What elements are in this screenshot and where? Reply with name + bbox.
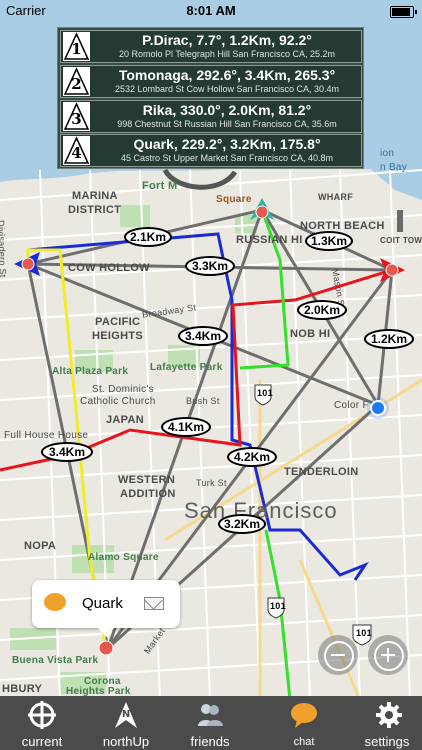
friends-icon — [198, 704, 223, 726]
tab-current[interactable]: current — [0, 696, 84, 750]
poi-label: WHARF — [318, 192, 353, 202]
distance-label: 1.2Km — [364, 329, 414, 349]
distance-label: 3.4Km — [41, 442, 93, 462]
distance-label: 2.1Km — [124, 227, 172, 247]
friend-title: P.Dirac, 7.7°, 1.2Km, 92.2° — [142, 32, 312, 48]
user-location-dot — [367, 397, 389, 419]
rank-badge: 3 — [63, 102, 90, 131]
poi-label: COIT TOWER — [380, 236, 422, 245]
friend-address: 998 Chestnut St Russian Hill San Francis… — [117, 119, 337, 129]
status-bar: Carrier 8:01 AM — [0, 0, 422, 22]
tab-label: chat — [293, 736, 315, 748]
chat-bubble-icon — [291, 703, 317, 728]
water-label: ion — [380, 148, 395, 159]
poi-label: Square — [216, 194, 252, 205]
distance-label: 4.1Km — [161, 417, 211, 437]
friend-title: Tomonaga, 292.6°, 3.4Km, 265.3° — [118, 67, 336, 83]
zoom-out-button[interactable] — [318, 635, 358, 675]
rank-badge: 1 — [63, 32, 90, 61]
poi-label: Color F — [334, 400, 369, 411]
map-label: DISTRICT — [68, 204, 122, 216]
friend-title: Rika, 330.0°, 2.0Km, 81.2° — [142, 102, 312, 118]
park-area — [120, 205, 150, 227]
rank-badge: 2 — [63, 67, 90, 96]
poi-label: Full House House — [4, 430, 89, 441]
callout-name: Quark — [82, 595, 123, 612]
map-label: NOPA — [24, 540, 57, 552]
poi-label: St. Dominic's — [92, 384, 154, 395]
distance-label: 3.3Km — [185, 256, 235, 276]
tab-northup[interactable]: N northUp — [84, 696, 168, 750]
tab-bar: current N northUp friends chat settings — [0, 696, 422, 750]
map-label: COW HOLLOW — [68, 262, 150, 274]
highway-label: 101 — [270, 601, 286, 611]
map-label: HEIGHTS — [92, 330, 143, 342]
map-label: WESTERN — [118, 474, 176, 486]
distance-label: 1.3Km — [305, 231, 353, 251]
poi-label: Catholic Church — [80, 396, 156, 407]
coit-tower-icon — [397, 210, 403, 232]
rank-badge: 4 — [63, 136, 90, 165]
map-label: MARINA — [72, 190, 118, 202]
friend-row[interactable]: 2 Tomonaga, 292.6°, 3.4Km, 265.3° 2532 L… — [60, 65, 362, 98]
map-label: NOB HI — [290, 328, 331, 340]
friends-info-panel: 1 P.Dirac, 7.7°, 1.2Km, 92.2° 20 Romolo … — [57, 27, 364, 169]
svg-text:N: N — [122, 709, 130, 720]
friend-row[interactable]: 4 Quark, 229.2°, 3.2Km, 175.8° 45 Castro… — [60, 134, 362, 167]
battery-icon — [390, 6, 417, 18]
highway-label: 101 — [257, 388, 273, 398]
park-label: Lafayette Park — [150, 362, 223, 373]
tab-label: settings — [364, 734, 410, 749]
gear-icon — [376, 702, 402, 728]
friend-address: 45 Castro St Upper Market San Francisco … — [120, 153, 334, 163]
north-arrow-icon: N — [115, 702, 137, 728]
tab-label: northUp — [102, 734, 150, 749]
chat-bubble-icon[interactable] — [44, 593, 66, 611]
friend-row[interactable]: 1 P.Dirac, 7.7°, 1.2Km, 92.2° 20 Romolo … — [60, 30, 362, 63]
tab-chat[interactable]: chat — [262, 696, 346, 750]
map-label: NORTH BEACH — [300, 220, 385, 232]
water-label: n Bay — [380, 162, 408, 173]
map-label: TENDERLOIN — [284, 466, 359, 478]
park-label: Alamo Square — [88, 552, 159, 563]
street-label: Turk St — [196, 478, 227, 488]
map-label: PACIFIC — [95, 316, 141, 328]
distance-label: 4.2Km — [227, 447, 277, 467]
street-label: Bush St — [186, 396, 220, 406]
map-label: HBURY — [2, 683, 43, 695]
friend-title: Quark, 229.2°, 3.2Km, 175.8° — [133, 136, 321, 152]
zoom-in-button[interactable] — [368, 635, 408, 675]
poi-label: Fort M — [142, 180, 178, 192]
mail-icon[interactable] — [144, 597, 164, 610]
friend-address: 2532 Lombard St Cow Hollow San Francisco… — [114, 84, 340, 94]
map-label: ADDITION — [120, 488, 176, 500]
tab-label: current — [21, 734, 63, 749]
pin-quark[interactable] — [98, 640, 114, 656]
tab-label: friends — [190, 734, 230, 749]
friend-address: 20 Romolo Pl Telegraph Hill San Francisc… — [119, 49, 335, 59]
park-label: Alta Plaza Park — [52, 366, 129, 377]
friend-row[interactable]: 3 Rika, 330.0°, 2.0Km, 81.2° 998 Chestnu… — [60, 100, 362, 133]
map-label: RUSSIAN HI — [236, 234, 303, 246]
distance-label: 3.4Km — [178, 326, 228, 346]
plus-icon — [374, 641, 404, 671]
highway-label: 101 — [356, 628, 372, 638]
tab-settings[interactable]: settings — [352, 696, 422, 750]
tab-friends[interactable]: friends — [168, 696, 252, 750]
minus-icon — [324, 641, 354, 671]
park-label: Buena Vista Park — [12, 655, 99, 666]
friend-callout[interactable]: Quark — [32, 580, 180, 637]
crosshair-icon — [28, 701, 56, 729]
clock: 8:01 AM — [186, 3, 236, 18]
map-label: JAPAN — [106, 414, 144, 426]
distance-label: 2.0Km — [297, 300, 347, 320]
distance-label: 3.2Km — [218, 514, 266, 534]
